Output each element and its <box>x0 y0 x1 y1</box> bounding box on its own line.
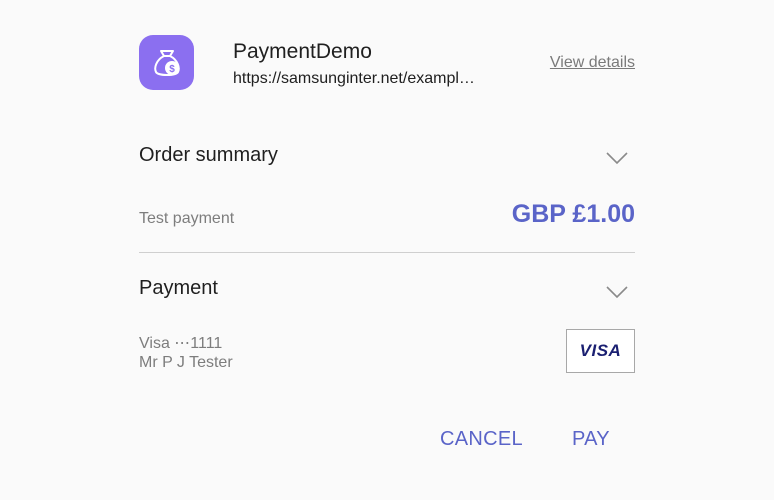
pay-button[interactable]: PAY <box>572 428 610 451</box>
app-name: PaymentDemo <box>233 40 372 63</box>
order-summary-chevron-down-icon[interactable] <box>606 151 628 165</box>
section-divider <box>139 252 635 253</box>
app-url: https://samsunginter.net/exampl… <box>233 70 475 87</box>
app-icon: $ <box>139 35 194 90</box>
order-total-amount: GBP £1.00 <box>511 200 635 228</box>
order-item-label: Test payment <box>139 210 235 227</box>
view-details-link[interactable]: View details <box>550 54 635 72</box>
cardholder-name: Mr P J Tester <box>139 354 233 371</box>
order-summary-title[interactable]: Order summary <box>139 144 278 167</box>
money-bag-icon: $ <box>153 49 180 76</box>
svg-text:$: $ <box>169 64 175 75</box>
cancel-button[interactable]: CANCEL <box>440 428 523 451</box>
payment-chevron-down-icon[interactable] <box>606 285 628 299</box>
payment-title[interactable]: Payment <box>139 277 218 300</box>
card-number-label: Visa ⋯1111 <box>139 335 223 352</box>
visa-card-logo: VISA <box>566 329 635 373</box>
